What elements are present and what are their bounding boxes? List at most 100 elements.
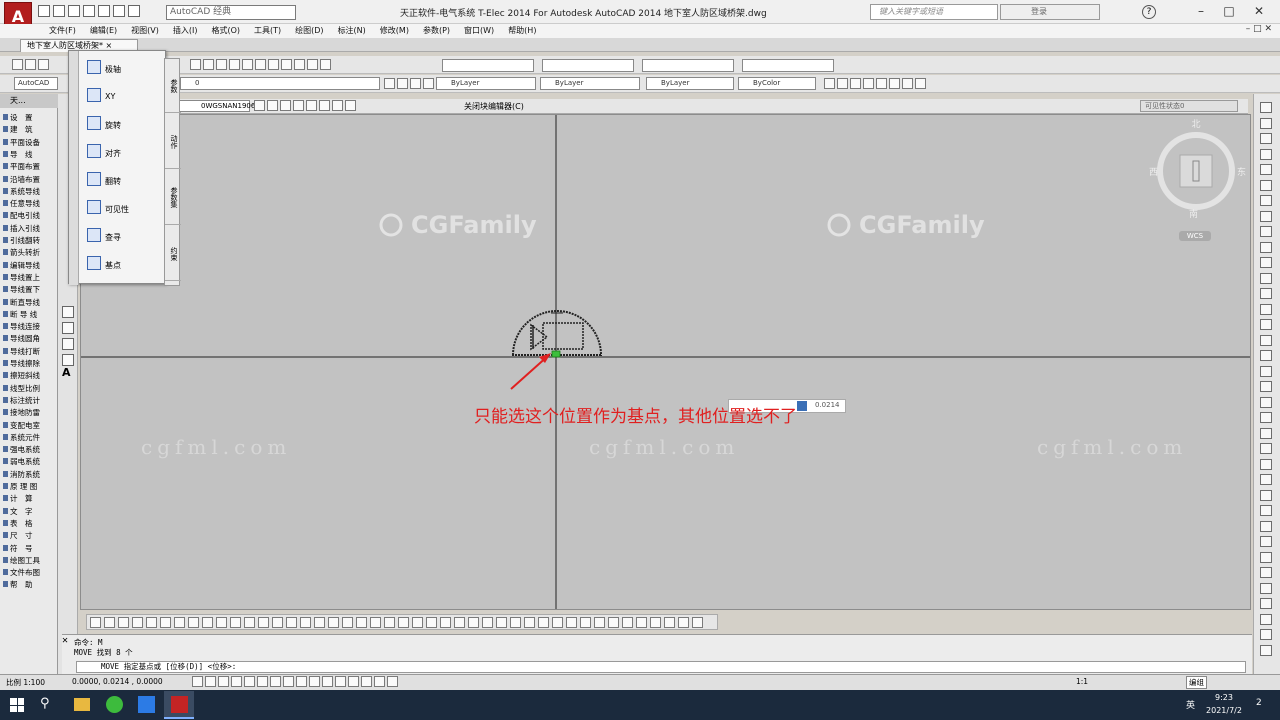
drawing-canvas[interactable]: 北 西 东 南 WCS CGFamily CGFamily cgfml.com … [80, 114, 1251, 610]
modify-tool-icon[interactable] [1260, 489, 1272, 501]
tarch-tool-icon[interactable] [132, 617, 143, 628]
view-icon[interactable] [902, 78, 913, 89]
autocad-task[interactable] [164, 691, 194, 719]
test-block-icon[interactable] [319, 100, 330, 111]
lineweight-select[interactable]: ByLayer [646, 77, 734, 90]
color-select[interactable]: ByLayer [436, 77, 536, 90]
help-button[interactable]: ? [1142, 5, 1156, 19]
modify-tool-icon[interactable] [1260, 551, 1272, 563]
view-icon[interactable] [876, 78, 887, 89]
palette-item[interactable]: 箭头转折 [2, 247, 58, 258]
palette-item[interactable]: 文 字 [2, 506, 58, 517]
file-explorer-icon[interactable] [74, 698, 90, 711]
palette-item[interactable]: 线型比例 [2, 383, 58, 394]
palette-item[interactable]: 系统元件 [2, 432, 58, 443]
qp-icon[interactable] [322, 676, 333, 687]
palette-item[interactable]: 导线擦除 [2, 358, 58, 369]
modify-tool-icon[interactable] [1260, 350, 1272, 361]
dynamic-input-value[interactable]: 0.0214 [815, 401, 845, 412]
view-icon[interactable] [824, 78, 835, 89]
modify-tool-icon[interactable] [1260, 582, 1272, 594]
multileader-style-select[interactable] [742, 59, 834, 72]
palette-item[interactable]: 强电系统 [2, 444, 58, 455]
sc-icon[interactable] [335, 676, 346, 687]
modify-tool-icon[interactable] [1260, 365, 1272, 377]
authoring-item[interactable]: XY [79, 83, 165, 110]
modify-tool-icon[interactable] [1260, 443, 1272, 454]
modify-tool-icon[interactable] [1260, 629, 1272, 640]
tarch-tool-icon[interactable] [664, 617, 675, 628]
tarch-tool-icon[interactable] [244, 617, 255, 628]
palette-item[interactable]: 符 号 [2, 543, 58, 554]
modify-tool-icon[interactable] [1260, 288, 1272, 299]
tarch-tool-icon[interactable] [90, 617, 101, 628]
tarch-tool-icon[interactable] [188, 617, 199, 628]
group-toggle[interactable]: 编组 [1186, 676, 1207, 689]
ducs-icon[interactable] [270, 676, 281, 687]
undo-icon[interactable] [113, 5, 125, 17]
menu-item[interactable]: 格式(O) [204, 24, 247, 38]
tarch-tool-icon[interactable] [328, 617, 339, 628]
modify-tool-icon[interactable] [1260, 567, 1272, 578]
palette-item[interactable]: 擦短斜线 [2, 370, 58, 381]
palette-tab[interactable]: 约束 [165, 227, 181, 281]
polar-icon[interactable] [231, 676, 242, 687]
plotstyle-select[interactable]: ByColor [738, 77, 816, 90]
zoom-window-icon[interactable] [242, 59, 253, 70]
tool-palette-icon[interactable] [281, 59, 292, 70]
quick-view-icon[interactable] [374, 676, 385, 687]
pan-icon[interactable] [216, 59, 227, 70]
otrack-icon[interactable] [257, 676, 268, 687]
modify-tool-icon[interactable] [1260, 474, 1272, 485]
tarch-tool-icon[interactable] [552, 617, 563, 628]
menu-item[interactable]: 参数(P) [416, 24, 457, 38]
tarch-tool-icon[interactable] [146, 617, 157, 628]
authoring-item[interactable]: 可见性 [79, 195, 165, 222]
mtext-icon[interactable]: A [62, 366, 74, 380]
clock-date[interactable]: 2021/7/2 [1200, 706, 1248, 715]
modify-tool-icon[interactable] [1260, 334, 1272, 346]
modify-tool-icon[interactable] [1260, 226, 1272, 237]
palette-titlebar[interactable] [69, 51, 79, 285]
snap-icon[interactable] [192, 676, 203, 687]
fx-icon[interactable] [332, 100, 343, 111]
tarch-tool-icon[interactable] [258, 617, 269, 628]
tarch-tool-icon[interactable] [650, 617, 661, 628]
palette-tab[interactable]: 动作 [165, 115, 181, 169]
redo-icon[interactable] [128, 5, 140, 17]
modify-tool-icon[interactable] [1260, 133, 1272, 144]
undo-icon[interactable] [190, 59, 201, 70]
am-icon[interactable] [348, 676, 359, 687]
workspace-style-select[interactable]: AutoCAD [14, 77, 58, 90]
authoring-icon[interactable] [306, 100, 317, 111]
modify-tool-icon[interactable] [1260, 257, 1272, 268]
view-icon[interactable] [850, 78, 861, 89]
layer-match-icon[interactable] [410, 78, 421, 89]
text-style-select[interactable] [442, 59, 534, 72]
palette-item[interactable]: 表 格 [2, 518, 58, 529]
modify-tool-icon[interactable] [1260, 148, 1272, 160]
workspace-select[interactable]: AutoCAD 经典 [166, 5, 296, 20]
clock-time[interactable]: 9:23 [1200, 693, 1248, 702]
close-button[interactable]: ✕ [1244, 2, 1274, 20]
authoring-item[interactable]: 基点 [79, 251, 165, 278]
modify-tool-icon[interactable] [1260, 102, 1272, 113]
viewcube-east[interactable]: 东 [1237, 165, 1246, 178]
tarch-tool-icon[interactable] [356, 617, 367, 628]
palette-item[interactable]: 计 算 [2, 493, 58, 504]
search-input[interactable]: 键入关键字或短语 [870, 4, 998, 20]
maximize-button[interactable]: □ [1214, 2, 1244, 20]
viewcube-south[interactable]: 南 [1189, 207, 1198, 220]
tarch-tool-icon[interactable] [524, 617, 535, 628]
palette-item[interactable]: 插入引线 [2, 223, 58, 234]
modify-tool-icon[interactable] [1260, 303, 1272, 315]
palette-item[interactable]: 变配电室 [2, 420, 58, 431]
visibility-state-select[interactable]: 可见性状态0 [1140, 100, 1238, 112]
attribute-icon[interactable] [293, 100, 304, 111]
tarch-tool-icon[interactable] [426, 617, 437, 628]
palette-item[interactable]: 任意导线 [2, 198, 58, 209]
palette-item[interactable]: 绘图工具 [2, 555, 58, 566]
palette-item[interactable]: 尺 寸 [2, 530, 58, 541]
modify-tool-icon[interactable] [1260, 241, 1272, 253]
tarch-tool-icon[interactable] [370, 617, 381, 628]
